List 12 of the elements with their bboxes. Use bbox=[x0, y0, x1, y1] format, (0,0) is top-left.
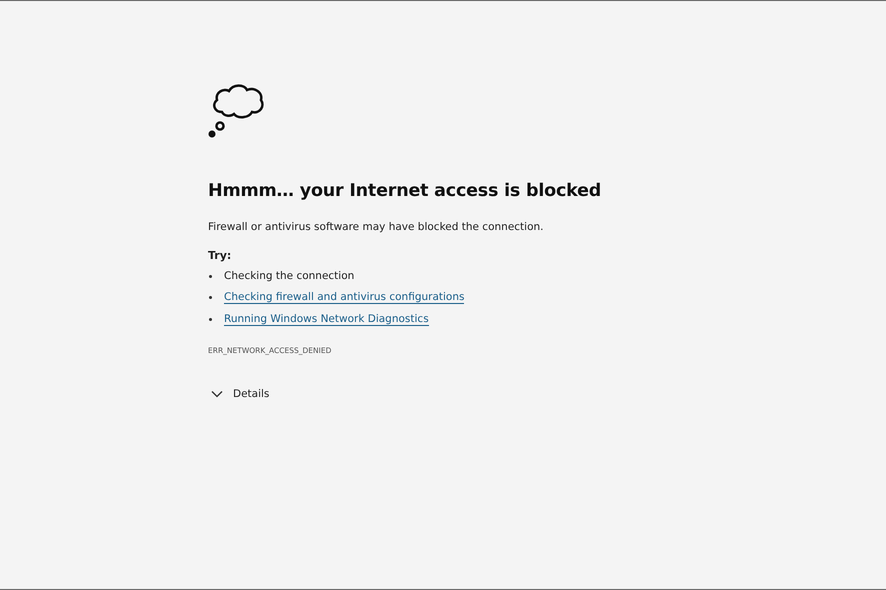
error-description: Firewall or antivirus software may have blocked the connection. bbox=[208, 221, 544, 233]
details-toggle[interactable]: Details bbox=[208, 388, 270, 400]
bullet-dot bbox=[209, 274, 212, 278]
bullet-dot bbox=[209, 296, 212, 299]
thought-cloud-icon bbox=[208, 82, 266, 140]
try-label: Try: bbox=[208, 249, 232, 262]
suggestion-link[interactable]: Running Windows Network Diagnostics bbox=[224, 313, 429, 326]
bullet-dot bbox=[209, 318, 212, 321]
suggestion-link[interactable]: Checking firewall and antivirus configurations bbox=[224, 291, 464, 304]
error-heading: Hmmm… your Internet access is blocked bbox=[208, 181, 602, 201]
suggestion-text: Checking the connection bbox=[224, 270, 354, 282]
chevron-icon bbox=[211, 390, 223, 398]
